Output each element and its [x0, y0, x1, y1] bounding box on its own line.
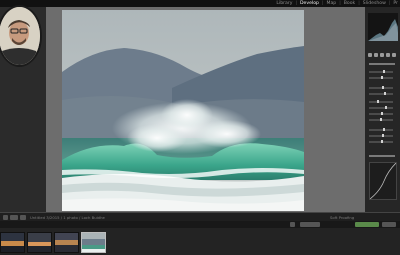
filter-preset-dropdown[interactable]	[382, 222, 396, 227]
compare-view-button[interactable]	[10, 215, 18, 220]
spot-removal-icon[interactable]	[374, 53, 378, 57]
graduated-filter-icon[interactable]	[386, 53, 390, 57]
module-book[interactable]: Book	[344, 0, 355, 7]
module-library[interactable]: Library	[276, 0, 292, 7]
slider-temp[interactable]	[369, 71, 393, 73]
red-eye-icon[interactable]	[380, 53, 384, 57]
tone-curve-graph[interactable]	[369, 162, 397, 200]
radial-filter-icon[interactable]	[392, 53, 396, 57]
module-print[interactable]: Pr	[393, 0, 398, 7]
slider-contrast-knob[interactable]	[384, 92, 386, 95]
filter-stars[interactable]	[300, 222, 320, 227]
filter-flag-icon[interactable]	[290, 222, 295, 227]
filter-color-labels[interactable]	[355, 222, 379, 227]
slider-highlights[interactable]	[369, 101, 393, 103]
image-canvas	[46, 7, 365, 212]
filmstrip	[0, 228, 400, 255]
slider-clarity[interactable]	[369, 129, 393, 131]
before-after-button[interactable]	[20, 215, 26, 220]
panel-header-basic[interactable]	[369, 63, 395, 65]
slider-clarity-knob[interactable]	[383, 128, 385, 131]
slider-contrast[interactable]	[369, 93, 393, 95]
wave-photo-image	[62, 10, 304, 211]
thumb-dusk-image	[55, 233, 78, 252]
filmstrip-thumb[interactable]	[27, 232, 52, 253]
slider-vibrance-knob[interactable]	[382, 134, 384, 137]
slider-tint-knob[interactable]	[381, 76, 383, 79]
bottom-toolbar: Untitled 3/2015 / 1 photo / Loch Buidhe …	[0, 212, 400, 221]
module-map[interactable]: Map	[327, 0, 337, 7]
module-develop[interactable]: Develop	[300, 0, 319, 7]
slider-vibrance[interactable]	[369, 135, 393, 137]
histogram	[368, 13, 398, 41]
thumb-sunset-image	[28, 233, 51, 252]
slider-exposure-knob[interactable]	[382, 86, 384, 89]
filmstrip-thumb[interactable]	[54, 232, 79, 253]
thumb-sunset-image	[1, 233, 24, 252]
main-photo[interactable]	[62, 10, 304, 211]
view-mode-button[interactable]	[3, 215, 8, 220]
develop-right-panel	[365, 7, 400, 212]
develop-tool-strip	[368, 53, 398, 58]
slider-saturation-knob[interactable]	[381, 140, 383, 143]
slider-shadows[interactable]	[369, 107, 393, 109]
slider-blacks-knob[interactable]	[380, 118, 382, 121]
slider-highlights-knob[interactable]	[377, 100, 379, 103]
panel-header-tone-curve[interactable]	[369, 155, 395, 157]
filmstrip-thumb[interactable]	[0, 232, 25, 253]
module-slideshow[interactable]: Slideshow	[363, 0, 386, 7]
tone-curve-line	[369, 162, 397, 200]
slider-whites-knob[interactable]	[381, 112, 383, 115]
crop-tool-icon[interactable]	[368, 53, 372, 57]
histogram-graph	[368, 19, 398, 41]
module-bar: Library | Develop | Map | Book | Slidesh…	[0, 0, 400, 7]
slider-exposure[interactable]	[369, 87, 393, 89]
filmstrip-header	[0, 221, 400, 228]
filmstrip-thumb-selected[interactable]	[81, 232, 106, 253]
module-picker: Library | Develop | Map | Book | Slidesh…	[276, 0, 398, 7]
slider-temp-knob[interactable]	[383, 70, 385, 73]
slider-shadows-knob[interactable]	[385, 106, 387, 109]
thumb-wave-image	[82, 233, 105, 252]
